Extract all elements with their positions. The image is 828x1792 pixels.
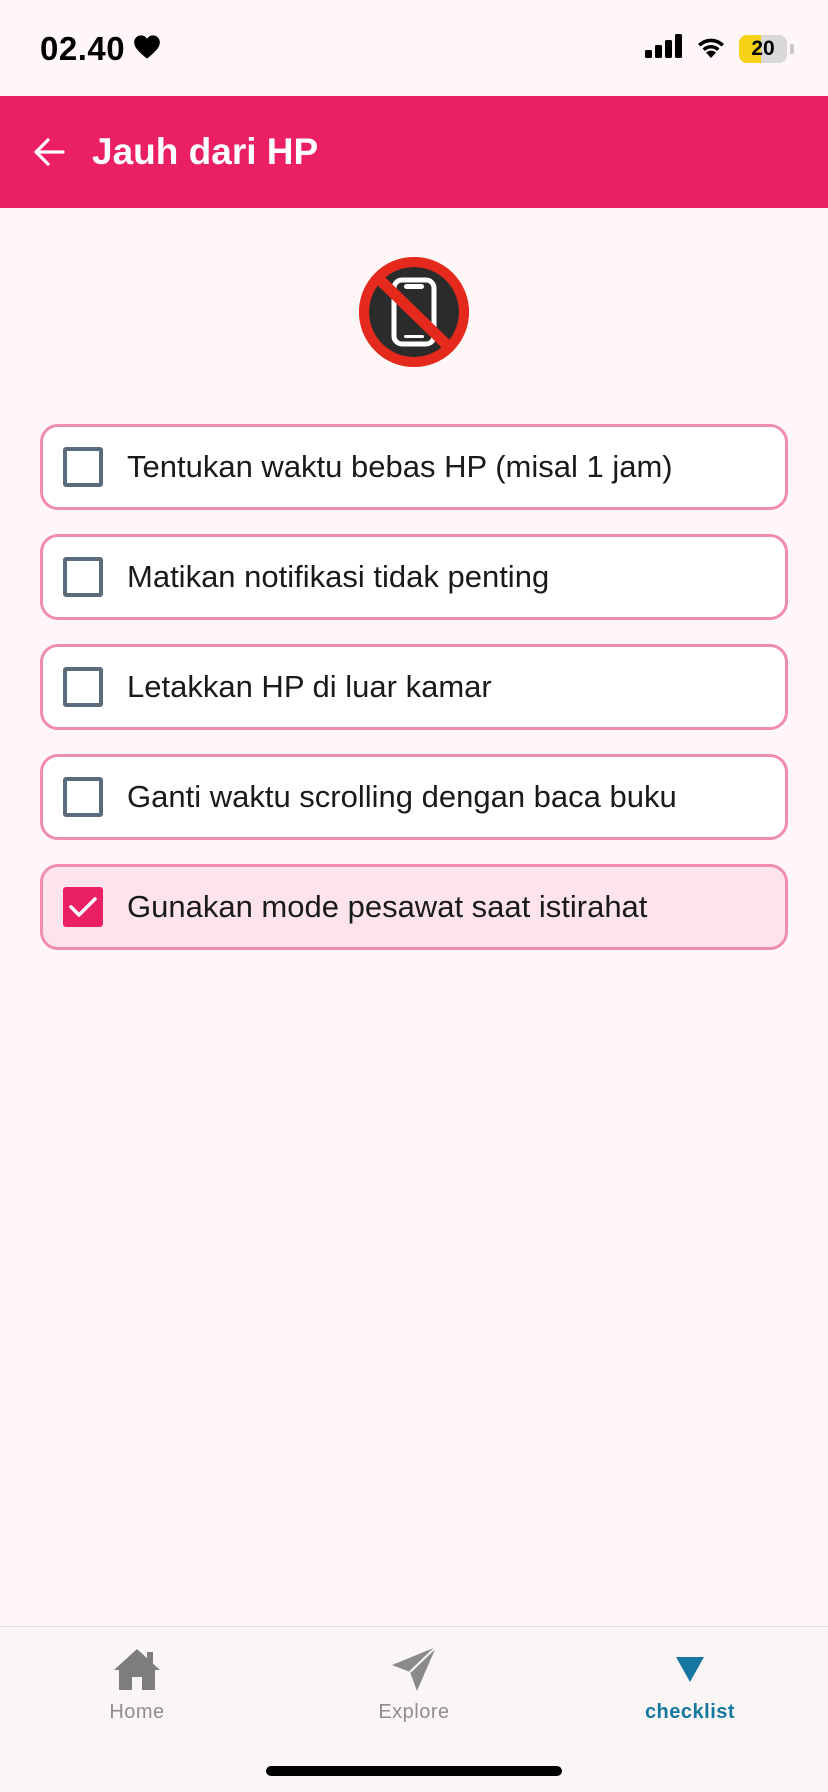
wifi-icon — [695, 34, 727, 63]
checklist-item-label: Letakkan HP di luar kamar — [127, 669, 492, 704]
nav-label: Explore — [378, 1701, 450, 1723]
checklist-item[interactable]: Tentukan waktu bebas HP (misal 1 jam) — [40, 424, 788, 510]
checklist-item[interactable]: Ganti waktu scrolling dengan baca buku — [40, 754, 788, 840]
checkbox[interactable] — [63, 447, 103, 487]
home-icon — [112, 1641, 162, 1697]
back-button[interactable] — [24, 127, 74, 177]
checkbox[interactable] — [63, 667, 103, 707]
paper-plane-icon — [389, 1641, 439, 1697]
checkbox[interactable] — [63, 557, 103, 597]
status-icons: 20 — [645, 34, 794, 63]
nav-label: checklist — [644, 1701, 736, 1723]
checkbox-checked[interactable] — [63, 887, 103, 927]
battery-cap — [790, 43, 794, 54]
home-indicator[interactable] — [266, 1766, 562, 1776]
nav-item-checklist[interactable]: checklist — [590, 1641, 790, 1741]
status-time-group: 02.40 — [40, 30, 161, 68]
checklist: Tentukan waktu bebas HP (misal 1 jam) Ma… — [40, 424, 788, 974]
checklist-item-label: Matikan notifikasi tidak penting — [127, 559, 550, 594]
nav-item-home[interactable]: Home — [37, 1641, 237, 1741]
screen: 02.40 20 Jauh dari HP Tentukan waktu beb… — [0, 0, 828, 1792]
checklist-item-label: Tentukan waktu bebas HP (misal 1 jam) — [127, 449, 673, 484]
cellular-signal-icon — [645, 34, 683, 63]
checkmark-icon — [69, 897, 97, 917]
triangle-down-icon — [675, 1641, 705, 1697]
checklist-item-label: Ganti waktu scrolling dengan baca buku — [127, 779, 677, 814]
page-title: Jauh dari HP — [92, 131, 319, 172]
nav-label: Home — [109, 1701, 165, 1723]
checklist-item[interactable]: Letakkan HP di luar kamar — [40, 644, 788, 730]
checklist-item[interactable]: Matikan notifikasi tidak penting — [40, 534, 788, 620]
arrow-left-icon — [34, 138, 65, 166]
status-bar: 02.40 20 — [0, 0, 828, 96]
battery-indicator: 20 — [739, 34, 787, 63]
checklist-item[interactable]: Gunakan mode pesawat saat istirahat — [40, 864, 788, 950]
nav-item-explore[interactable]: Explore — [314, 1641, 514, 1741]
no-mobile-phones-icon — [358, 256, 470, 368]
checkbox[interactable] — [63, 777, 103, 817]
battery-percent: 20 — [751, 36, 775, 60]
app-bar: Jauh dari HP — [0, 96, 828, 208]
checklist-item-label: Gunakan mode pesawat saat istirahat — [127, 889, 648, 924]
heart-icon — [133, 30, 161, 68]
status-time: 02.40 — [40, 30, 126, 67]
